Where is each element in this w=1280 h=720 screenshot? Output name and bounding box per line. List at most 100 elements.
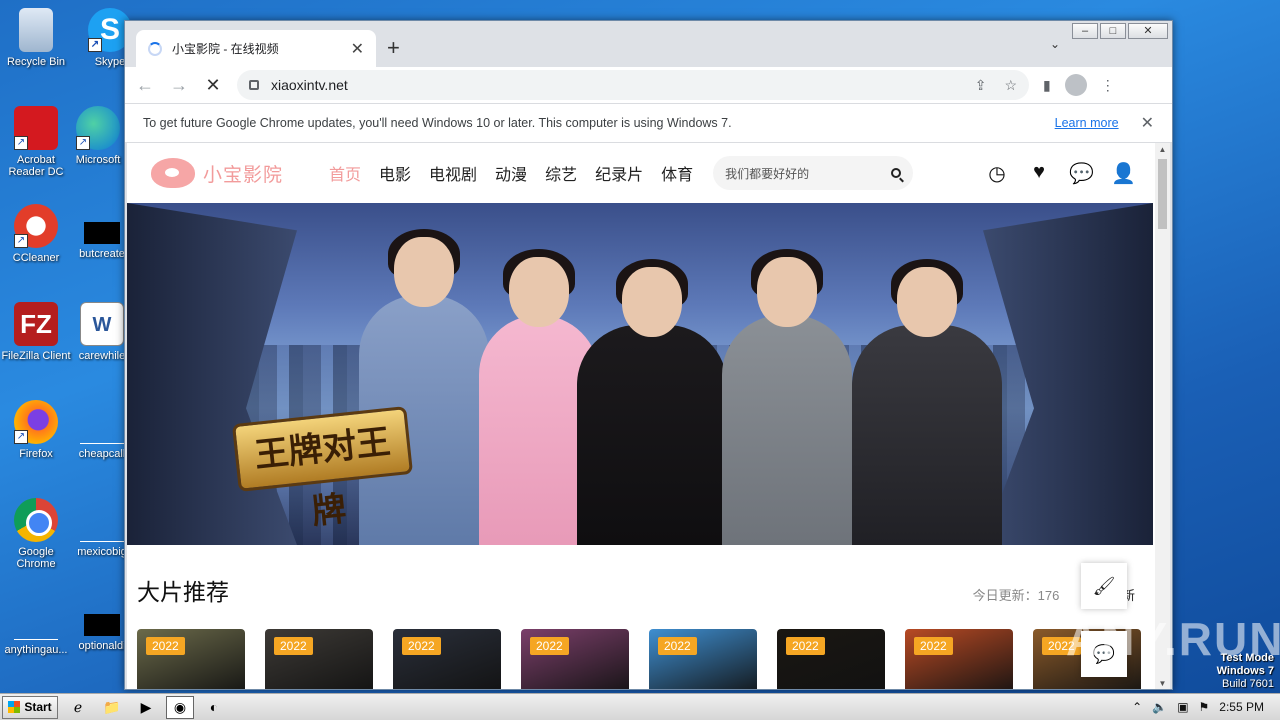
chrome-taskbar-icon[interactable]: ◉ [166, 695, 194, 719]
tab-search-chevron-icon[interactable]: ⌄ [1050, 37, 1060, 51]
pig-logo-icon [151, 158, 195, 188]
ie-taskbar-icon[interactable]: ℯ [64, 696, 92, 719]
year-badge: 2022 [402, 637, 441, 655]
word-doc-icon: W [80, 302, 124, 346]
movie-card-list: 2022 2022 2022 2022 2022 2022 2022 2022 [137, 629, 1145, 689]
year-badge: 2022 [146, 637, 185, 655]
logo-text: 小宝影院 [203, 164, 284, 186]
movie-card[interactable]: 2022 [265, 629, 373, 689]
watermark-line: Build 7601 [1222, 678, 1274, 690]
recommended-section: 大片推荐 今日更新：176 最新更新 2022 2022 2022 2022 2022 2… [127, 545, 1155, 689]
tab-strip: 小宝影院 - 在线视频 ✕ + ⌄ [125, 21, 1172, 67]
year-badge: 2022 [786, 637, 825, 655]
address-bar[interactable]: xiaoxintv.net ⇪ ☆ [237, 70, 1029, 100]
desktop-icon-filezilla[interactable]: FZ FileZilla Client [0, 302, 72, 362]
filezilla-icon: FZ [14, 302, 58, 346]
new-tab-button[interactable]: + [387, 35, 400, 61]
main-nav: 首页 电影 电视剧 动漫 综艺 纪录片 体育 [329, 161, 693, 185]
desktop-icon-ccleaner[interactable]: ↗ CCleaner [0, 204, 72, 264]
url-text[interactable]: xiaoxintv.net [271, 77, 957, 93]
file-icon [14, 610, 58, 640]
year-badge: 2022 [914, 637, 953, 655]
media-player-taskbar-icon[interactable]: ▶ [132, 696, 160, 719]
search-icon[interactable] [891, 168, 902, 178]
desktop-icon-firefox[interactable]: ↗ Firefox [0, 400, 72, 460]
hero-banner[interactable]: 王牌对王牌 [127, 203, 1153, 545]
desktop-icon-chrome[interactable]: Google Chrome [0, 498, 72, 570]
nav-item-sports[interactable]: 体育 [661, 161, 693, 185]
face [897, 267, 957, 337]
face [622, 267, 682, 337]
site-search-input[interactable]: 我们都要好好的 [713, 156, 914, 190]
messages-chat-icon[interactable]: 💬 [1069, 161, 1094, 186]
lock-icon[interactable] [249, 80, 259, 90]
edge-icon: ↗ [76, 106, 120, 150]
nav-item-anime[interactable]: 动漫 [495, 161, 527, 185]
site-header: 小宝影院 首页 电影 电视剧 动漫 综艺 纪录片 体育 我们都要好好的 ◷ ♥ … [127, 143, 1155, 203]
today-update-count: 今日更新：176 [972, 588, 1060, 603]
learn-more-link[interactable]: Learn more [1055, 116, 1119, 130]
profile-avatar[interactable] [1064, 74, 1087, 96]
action-center-flag-icon[interactable]: ⚑ [1199, 700, 1210, 714]
volume-icon[interactable]: 🔈 [1152, 700, 1167, 714]
file-icon [80, 512, 124, 542]
theme-brush-button[interactable]: 🖌 [1081, 563, 1127, 609]
desktop-icon-label: anythingau... [4, 644, 68, 656]
tab-title: 小宝影院 - 在线视频 [172, 42, 279, 56]
tray-expand-icon[interactable]: ⌃ [1132, 700, 1142, 714]
movie-card[interactable]: 2022 [905, 629, 1013, 689]
tab-active[interactable]: 小宝影院 - 在线视频 ✕ [136, 30, 376, 67]
share-icon[interactable]: ⇪ [975, 77, 987, 94]
taskbar: Start ℯ 📁 ▶ ◉ ◐ ⌃ 🔈 ▣ ⚑ 2:55 PM [0, 693, 1280, 720]
web-page: 小宝影院 首页 电影 电视剧 动漫 综艺 纪录片 体育 我们都要好好的 ◷ ♥ … [127, 143, 1155, 689]
desktop-icon-anythingau[interactable]: anythingau... [0, 596, 72, 656]
user-account-icon[interactable]: 👤 [1111, 161, 1136, 186]
site-logo[interactable]: 小宝影院 [151, 158, 329, 188]
side-panel-icon[interactable]: ▮ [1043, 77, 1051, 94]
nav-item-documentary[interactable]: 纪录片 [595, 161, 643, 185]
face [509, 257, 569, 327]
chrome-icon [14, 498, 58, 542]
scroll-up-icon[interactable]: ▲ [1155, 143, 1170, 157]
movie-card[interactable]: 2022 [137, 629, 245, 689]
section-header: 大片推荐 今日更新：176 最新更新 [137, 573, 1145, 607]
nav-item-home[interactable]: 首页 [329, 161, 361, 185]
file-icon [80, 414, 124, 444]
menu-kebab-icon[interactable]: ⋮ [1101, 77, 1115, 94]
recycle-bin-icon [19, 8, 53, 52]
year-badge: 2022 [274, 637, 313, 655]
scroll-down-icon[interactable]: ▼ [1155, 677, 1170, 689]
nav-item-variety[interactable]: 综艺 [545, 161, 577, 185]
page-scrollbar[interactable]: ▲ ▼ [1155, 143, 1170, 689]
bookmark-star-icon[interactable]: ☆ [1004, 77, 1017, 94]
forward-button[interactable]: → [169, 75, 189, 96]
stop-loading-button[interactable]: ✕ [203, 75, 223, 96]
scrollbar-thumb[interactable] [1158, 159, 1167, 229]
network-icon[interactable]: ▣ [1177, 700, 1188, 714]
desktop-icon-label: Google Chrome [16, 546, 56, 570]
edge-taskbar-icon[interactable]: ◐ [200, 696, 228, 719]
explorer-taskbar-icon[interactable]: 📁 [98, 696, 126, 719]
banner-person [722, 249, 852, 545]
tab-close-icon[interactable]: ✕ [351, 39, 364, 59]
desktop-icon-recycle-bin[interactable]: Recycle Bin [0, 8, 72, 68]
nav-item-tv[interactable]: 电视剧 [429, 161, 477, 185]
favorites-heart-icon[interactable]: ♥ [1027, 161, 1051, 186]
taskbar-clock[interactable]: 2:55 PM [1219, 700, 1264, 714]
desktop-icon-label: Firefox [19, 448, 53, 460]
movie-card[interactable]: 2022 [777, 629, 885, 689]
back-button[interactable]: ← [135, 75, 155, 96]
watermark-line: Windows 7 [1216, 665, 1274, 677]
movie-card[interactable]: 2022 [649, 629, 757, 689]
movie-card[interactable]: 2022 [521, 629, 629, 689]
movie-card[interactable]: 2022 [393, 629, 501, 689]
history-clock-icon[interactable]: ◷ [985, 161, 1009, 186]
infobar-close-icon[interactable]: ✕ [1141, 113, 1154, 133]
start-label: Start [24, 700, 52, 714]
update-infobar: To get future Google Chrome updates, you… [125, 103, 1172, 143]
start-button[interactable]: Start [2, 695, 58, 719]
firefox-icon: ↗ [14, 400, 58, 444]
year-badge: 2022 [530, 637, 569, 655]
nav-item-movies[interactable]: 电影 [379, 161, 411, 185]
banner-person [577, 259, 727, 545]
